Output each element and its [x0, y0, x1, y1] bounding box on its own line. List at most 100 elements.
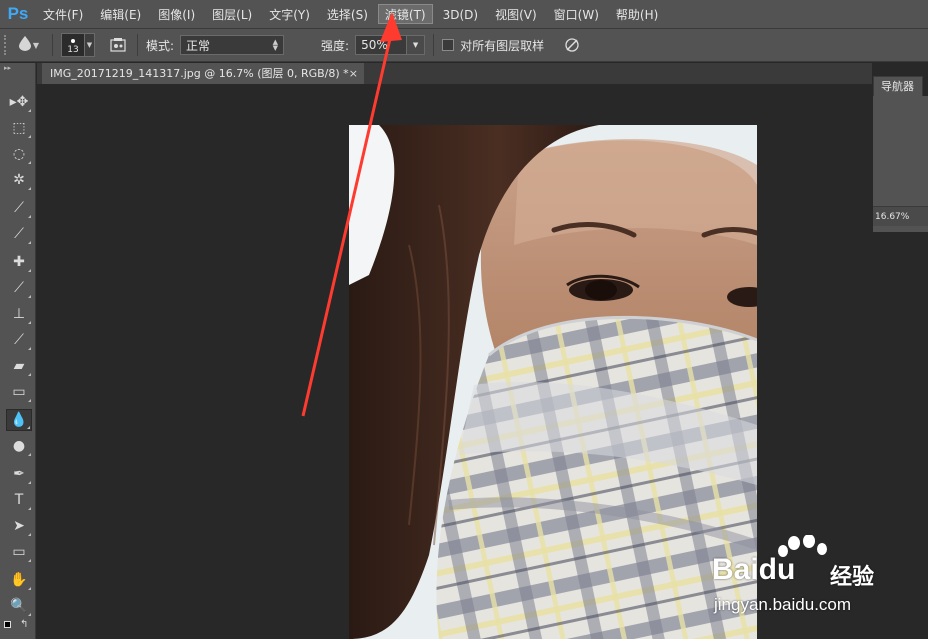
brush-panel-toggle-button[interactable] — [107, 34, 129, 56]
tab-navigator[interactable]: 导航器 — [873, 76, 923, 96]
tool-group-indicator — [28, 481, 31, 484]
brush-size-value: 13 — [67, 45, 79, 55]
menu-item-6[interactable]: 滤镜(T) — [377, 4, 433, 24]
tool-group-indicator — [27, 426, 30, 429]
document-image[interactable] — [349, 125, 757, 639]
eraser-tool-button[interactable]: ▰ — [6, 355, 32, 377]
menu-item-2[interactable]: 图像(I) — [151, 4, 202, 24]
strength-input[interactable]: 50% — [355, 35, 408, 55]
marquee-tool-icon: ⬚ — [12, 120, 26, 136]
tool-group-indicator — [28, 241, 31, 244]
brush-size-preview: 13 — [61, 33, 85, 57]
tool-group-indicator — [28, 507, 31, 510]
eyedropper-tool-icon: ⟋ — [14, 226, 24, 242]
swap-colors-icon: ↰ — [20, 619, 29, 630]
sample-all-layers-checkbox[interactable] — [442, 39, 455, 51]
menu-item-4[interactable]: 文字(Y) — [262, 4, 317, 24]
path-selection-tool-button[interactable]: ➤ — [6, 515, 32, 537]
marquee-tool-button[interactable]: ⬚ — [6, 117, 32, 139]
divider — [433, 34, 435, 56]
pen-tool-icon: ✒ — [13, 466, 25, 482]
tool-group-indicator — [28, 187, 31, 190]
options-bar: ▼ 13 ▼ 模式: 正常 ▲ ▼ 强度: 50% ▼ 对所有图层取样 — [0, 28, 928, 62]
path-selection-tool-icon: ➤ — [13, 518, 25, 534]
blur-tool-button[interactable]: 💧 — [6, 409, 32, 431]
mode-value: 正常 — [186, 38, 211, 53]
tool-group-indicator — [28, 347, 31, 350]
blur-drop-icon — [18, 35, 31, 55]
close-icon[interactable]: × — [349, 63, 358, 84]
dodge-tool-icon: ● — [12, 438, 26, 454]
brush-tool-icon: ⟋ — [14, 280, 24, 296]
menu-item-7[interactable]: 3D(D) — [436, 4, 485, 24]
tool-group-indicator — [28, 399, 31, 402]
document-tab-title: IMG_20171219_141317.jpg @ 16.7% (图层 0, R… — [50, 67, 349, 80]
tool-group-indicator — [28, 559, 31, 562]
photoshop-logo: Ps — [7, 4, 29, 23]
tool-group-indicator — [28, 109, 31, 112]
magic-wand-tool-icon: ✲ — [13, 172, 25, 188]
menu-item-10[interactable]: 帮助(H) — [609, 4, 665, 24]
eyedropper-tool-button[interactable]: ⟋ — [6, 223, 32, 245]
tool-preset-picker[interactable]: ▼ — [14, 33, 44, 57]
type-tool-button[interactable]: T — [6, 489, 32, 511]
zoom-tool-button[interactable]: 🔍 — [6, 595, 32, 617]
crop-tool-button[interactable]: ⟋ — [6, 197, 32, 219]
options-bar-grip[interactable] — [4, 35, 14, 55]
navigator-zoom-value[interactable]: 16.67% — [873, 206, 928, 226]
brush-tool-button[interactable]: ⟋ — [6, 277, 32, 299]
baidu-jingyan-watermark: Baidu 经验 jingyan.baidu.com — [712, 535, 912, 625]
history-brush-tool-button[interactable]: ⟋ — [6, 329, 32, 351]
tool-group-indicator — [28, 453, 31, 456]
menu-item-5[interactable]: 选择(S) — [320, 4, 375, 24]
tool-group-indicator — [28, 215, 31, 218]
rectangle-tool-button[interactable]: ▭ — [6, 541, 32, 563]
navigator-footer — [873, 226, 928, 232]
dodge-tool-button[interactable]: ● — [6, 435, 32, 457]
menu-item-1[interactable]: 编辑(E) — [93, 4, 148, 24]
pen-tool-button[interactable]: ✒ — [6, 463, 32, 485]
move-tool-button[interactable]: ▸✥ — [6, 91, 32, 113]
menu-item-0[interactable]: 文件(F) — [36, 4, 90, 24]
photo-canvas — [349, 125, 757, 639]
navigator-preview[interactable] — [873, 96, 928, 206]
divider — [52, 34, 53, 56]
gradient-tool-button[interactable]: ▭ — [6, 381, 32, 403]
menu-item-3[interactable]: 图层(L) — [205, 4, 259, 24]
tool-group-indicator — [28, 135, 31, 138]
document-tab[interactable]: IMG_20171219_141317.jpg @ 16.7% (图层 0, R… — [42, 63, 364, 84]
chevron-down-icon: ▼ — [85, 33, 95, 57]
menu-item-9[interactable]: 窗口(W) — [547, 4, 606, 24]
magic-wand-tool-button[interactable]: ✲ — [6, 169, 32, 191]
clone-stamp-tool-button[interactable]: ⊥ — [6, 303, 32, 325]
tool-group-indicator — [28, 613, 31, 616]
document-tab-bar: IMG_20171219_141317.jpg @ 16.7% (图层 0, R… — [37, 63, 872, 84]
mode-select[interactable]: 正常 ▲ ▼ — [180, 35, 285, 55]
healing-brush-tool-icon: ✚ — [13, 254, 25, 270]
move-tool-icon: ▸✥ — [9, 94, 29, 110]
chevron-down-icon: ▼ — [32, 40, 40, 50]
eraser-tool-icon: ▰ — [13, 358, 25, 374]
tool-group-indicator — [28, 533, 31, 536]
watermark-url: jingyan.baidu.com — [714, 595, 852, 614]
strength-slider-toggle[interactable]: ▼ — [407, 35, 426, 55]
tool-group-indicator — [28, 161, 31, 164]
healing-brush-tool-button[interactable]: ✚ — [6, 251, 32, 273]
hand-tool-button[interactable]: ✋ — [6, 569, 32, 591]
watermark-suffix: 经验 — [830, 565, 875, 590]
color-swatches[interactable]: ↰ — [4, 619, 30, 633]
pressure-strength-button[interactable] — [562, 35, 582, 55]
tool-group-indicator — [28, 269, 31, 272]
brush-preset-picker[interactable]: 13 ▼ — [61, 33, 95, 57]
hand-tool-icon: ✋ — [10, 572, 28, 588]
updown-arrow-icon: ▲ ▼ — [272, 38, 279, 52]
strength-label: 强度: — [321, 38, 350, 53]
menu-item-8[interactable]: 视图(V) — [488, 4, 544, 24]
type-tool-icon: T — [14, 492, 24, 508]
expand-panel-icon[interactable]: ▸▸ — [0, 63, 35, 73]
default-colors-icon — [4, 621, 11, 628]
pen-pressure-icon — [565, 38, 579, 52]
menu-bar: Ps 文件(F) 编辑(E) 图像(I) 图层(L) 文字(Y) 选择(S) 滤镜(T) 3D… — [0, 0, 928, 28]
brush-panel-icon — [110, 38, 126, 52]
lasso-tool-button[interactable]: ◌ — [6, 143, 32, 165]
